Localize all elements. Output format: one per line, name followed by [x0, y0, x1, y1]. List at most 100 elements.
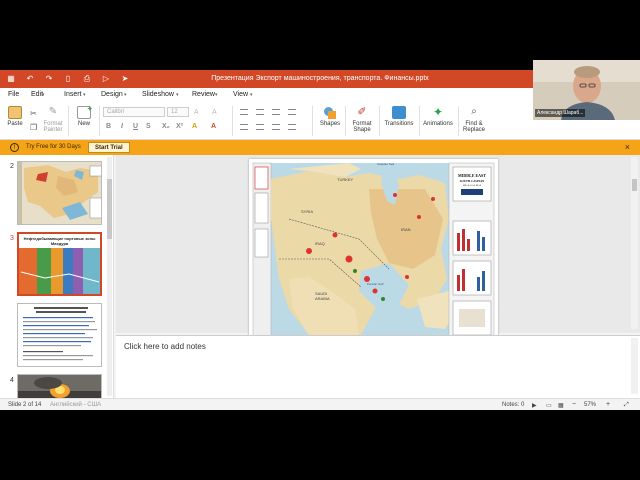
notes-pane[interactable]: Click here to add notes: [116, 335, 640, 398]
divider: [458, 106, 459, 136]
font-color-icon[interactable]: A: [211, 123, 216, 130]
language-indicator[interactable]: Английский - США: [50, 402, 101, 408]
info-icon: !: [10, 143, 19, 152]
format-shape-button[interactable]: ✐ Format Shape: [350, 106, 374, 133]
justify-icon[interactable]: [288, 124, 296, 130]
label-gulf: Persian Gulf: [367, 282, 384, 286]
slide-counter: Slide 2 of 14: [8, 402, 42, 408]
menu-design-chevron-icon: ▾: [124, 92, 127, 98]
font-name-select[interactable]: Calibri: [103, 107, 165, 117]
play-icon[interactable]: ▶: [532, 402, 537, 409]
sorter-view-icon[interactable]: ▦: [558, 402, 564, 409]
editor-scrollbar[interactable]: [631, 157, 638, 329]
notes-placeholder[interactable]: Click here to add notes: [124, 342, 206, 351]
animations-button[interactable]: ✦ Animations: [422, 105, 454, 128]
current-slide[interactable]: MIDDLE EAST SOUTH CASPIAN OIL & GAS MAP …: [249, 159, 498, 343]
notes-counter[interactable]: Notes: 0: [502, 402, 524, 408]
map-title-3: OIL & GAS MAP: [463, 184, 482, 187]
indent-icon[interactable]: [272, 109, 280, 115]
font-size-select[interactable]: 12: [167, 107, 189, 117]
new-slide-icon: +: [77, 104, 92, 119]
new-slide-label: New: [77, 121, 90, 127]
zoom-level[interactable]: 57%: [584, 402, 596, 408]
new-slide-button[interactable]: + New: [73, 104, 95, 127]
menu-review-chevron-icon: ▾: [215, 92, 218, 98]
bullets-icon[interactable]: [240, 109, 248, 115]
align-right-icon[interactable]: [272, 124, 280, 130]
fire-photo-thumbnail: [18, 375, 101, 398]
paste-label: Paste: [7, 121, 23, 127]
label-turkey: TURKEY: [337, 177, 354, 182]
clear-format-icon[interactable]: A: [212, 109, 217, 116]
format-shape-label-2: Shape: [353, 127, 371, 133]
transitions-label: Transitions: [384, 121, 414, 127]
outdent-icon[interactable]: [288, 109, 296, 115]
map-title-1: MIDDLE EAST: [458, 173, 486, 178]
shapes-icon: [323, 106, 337, 119]
label-iran: IRAN: [401, 227, 411, 232]
subscript-icon[interactable]: X₂: [162, 123, 170, 130]
menu-insert[interactable]: Insert: [64, 91, 82, 98]
highlight-icon[interactable]: A: [192, 123, 197, 130]
slides-panel: 2 3 Нефтедобывающие портовые зоны Махдур…: [0, 155, 114, 398]
find-replace-button[interactable]: ⌕ Find & Replace: [461, 106, 487, 133]
numbering-icon[interactable]: [256, 109, 264, 115]
divider: [312, 106, 313, 136]
notes-scrollbar[interactable]: [631, 338, 638, 394]
divider: [99, 106, 100, 136]
trial-text: Try Free for 30 Days: [26, 144, 81, 150]
menu-insert-chevron-icon: ▾: [83, 92, 86, 98]
slide-thumbnail-2[interactable]: [17, 161, 102, 225]
align-left-icon[interactable]: [240, 124, 248, 130]
menu-design[interactable]: Design: [101, 91, 123, 98]
menu-view[interactable]: View: [233, 91, 248, 98]
label-caspian: Caspian Sea: [377, 162, 395, 166]
slide-thumbnail-5[interactable]: [17, 374, 102, 398]
middle-east-map: MIDDLE EAST SOUTH CASPIAN OIL & GAS MAP …: [249, 159, 498, 343]
zoom-out-icon[interactable]: −: [572, 401, 576, 408]
paste-button[interactable]: Paste: [4, 106, 26, 127]
align-center-icon[interactable]: [256, 124, 264, 130]
thumbnail-title: Нефтедобывающие портовые зоны Махдура: [23, 236, 96, 246]
slides-panel-scrollbar[interactable]: [107, 157, 112, 396]
menu-file[interactable]: File: [8, 91, 19, 98]
normal-view-icon[interactable]: ▭: [546, 402, 552, 409]
brush-icon: ✎: [48, 106, 58, 117]
copy-icon[interactable]: ❐: [30, 123, 37, 132]
divider: [68, 106, 69, 136]
star-icon: ✦: [432, 105, 444, 119]
cut-icon[interactable]: ✂: [30, 109, 37, 118]
slides-panel-scroll-thumb[interactable]: [107, 179, 112, 239]
grow-font-icon[interactable]: A: [194, 109, 199, 116]
divider: [345, 106, 346, 136]
slide-thumbnail-4[interactable]: [17, 303, 102, 367]
fit-slide-icon[interactable]: ⤢: [624, 402, 629, 409]
transitions-icon: [392, 106, 406, 119]
divider: [232, 106, 233, 136]
slide-thumbnail-3[interactable]: Нефтедобывающие портовые зоны Махдура: [17, 232, 102, 296]
presentation-app: ▦ ↶ ↷ ▯ ⎙ ▷ ➤ Презентация Экспорт машино…: [0, 70, 640, 410]
format-painter-button[interactable]: ✎ Format Painter: [42, 106, 64, 133]
status-bar: Slide 2 of 14 Английский - США Notes: 0 …: [0, 398, 640, 410]
transitions-button[interactable]: Transitions: [383, 106, 415, 127]
italic-icon[interactable]: I: [121, 123, 123, 130]
shapes-button[interactable]: Shapes: [318, 106, 342, 127]
format-painter-label-2: Painter: [43, 127, 63, 133]
webcam-overlay: Александр Шараб...: [533, 60, 640, 120]
label-syria: SYRIA: [301, 209, 313, 214]
start-trial-button[interactable]: Start Trial: [88, 142, 130, 153]
menu-slideshow[interactable]: Slideshow: [142, 91, 174, 98]
strikethrough-icon[interactable]: S: [146, 123, 151, 130]
underline-icon[interactable]: U: [133, 123, 138, 130]
zoom-in-icon[interactable]: +: [606, 401, 610, 408]
close-icon[interactable]: ×: [625, 142, 630, 152]
find-icon: ⌕: [471, 106, 477, 117]
bold-icon[interactable]: B: [106, 123, 111, 130]
superscript-icon[interactable]: X²: [176, 123, 183, 130]
thumbnail-map: [19, 248, 100, 294]
map-title-2: SOUTH CASPIAN: [460, 179, 485, 183]
slide-number-4: 4: [10, 377, 14, 384]
editor-scroll-thumb[interactable]: [632, 179, 637, 191]
find-replace-label-2: Replace: [462, 127, 485, 133]
menu-review[interactable]: Review: [192, 91, 215, 98]
